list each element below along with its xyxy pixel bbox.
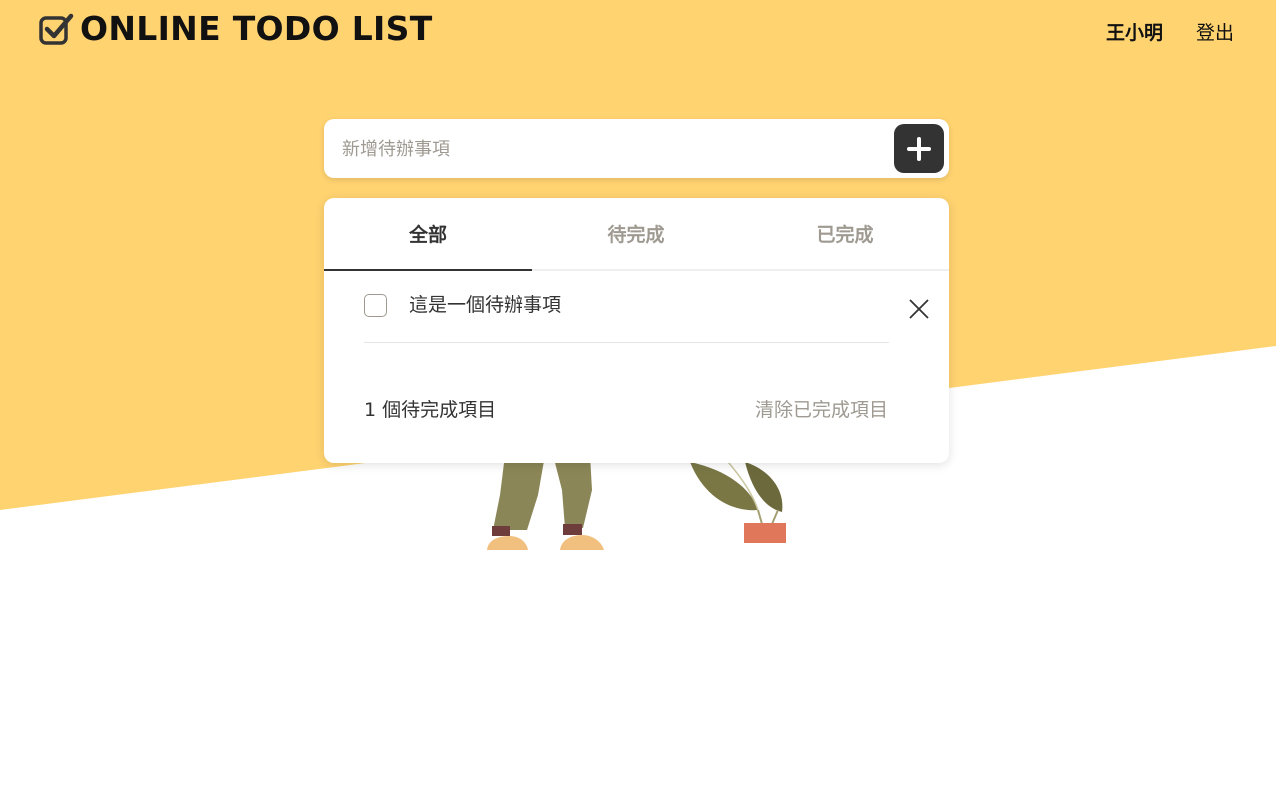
pending-count: 1 個待完成項目: [364, 399, 497, 421]
todo-list-card: 全部 待完成 已完成 這是一個待辦事項 1 個待完成項目 清除已完成項目: [324, 198, 949, 463]
add-todo-bar: [324, 119, 949, 178]
logout-link[interactable]: 登出: [1196, 18, 1234, 45]
tab-all[interactable]: 全部: [324, 198, 532, 271]
todo-item-text: 這是一個待辦事項: [409, 294, 562, 316]
tab-pending[interactable]: 待完成: [532, 198, 740, 269]
user-name: 王小明: [1106, 22, 1164, 44]
checkbox-check-icon: [39, 13, 74, 45]
filter-tabs: 全部 待完成 已完成: [324, 198, 949, 271]
plant-illustration: [690, 461, 786, 543]
plus-icon: [907, 136, 931, 161]
person-legs-illustration: [487, 455, 604, 550]
add-todo-button[interactable]: [894, 124, 944, 173]
todo-item: 這是一個待辦事項: [364, 288, 889, 343]
top-navbar: ONLINE TODO LIST 王小明 登出: [0, 0, 1276, 60]
clear-completed-link[interactable]: 清除已完成項目: [755, 395, 888, 422]
close-icon[interactable]: [908, 298, 930, 320]
tab-completed[interactable]: 已完成: [741, 198, 949, 269]
brand-logo[interactable]: ONLINE TODO LIST: [38, 12, 433, 46]
add-todo-input[interactable]: [340, 128, 889, 170]
brand-title: ONLINE TODO LIST: [80, 9, 433, 48]
todo-checkbox[interactable]: [364, 294, 387, 317]
